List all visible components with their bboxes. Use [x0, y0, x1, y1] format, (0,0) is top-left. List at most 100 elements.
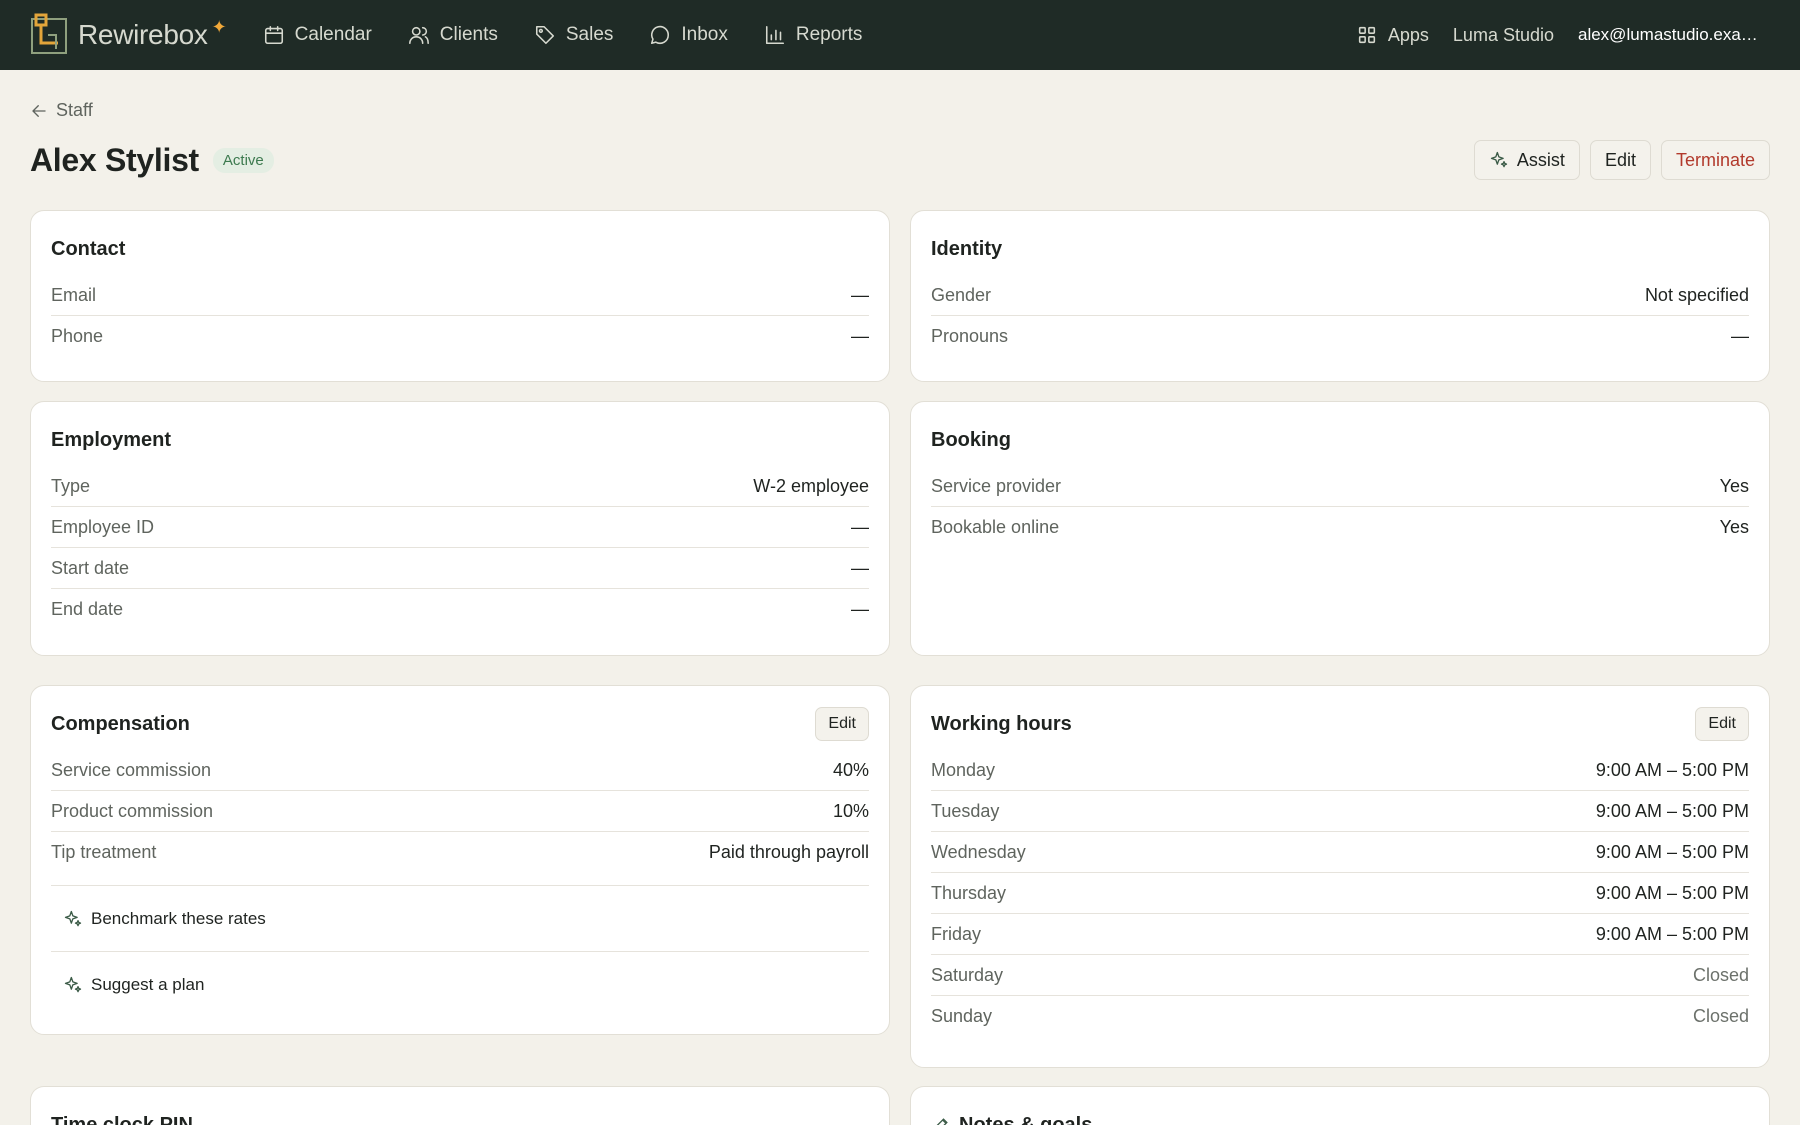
- row-value: 9:00 AM – 5:00 PM: [1595, 923, 1749, 944]
- row-label: Product commission: [51, 800, 214, 821]
- nav-item-sales[interactable]: Sales: [534, 24, 614, 46]
- employment-card: Employment Type W-2 employee Employee ID —…: [30, 401, 890, 656]
- brand-name: Rewirebox: [78, 19, 208, 50]
- row-value: 9:00 AM – 5:00 PM: [1595, 800, 1749, 821]
- tag-icon: [535, 25, 554, 45]
- row-thursday: Thursday 9:00 AM – 5:00 PM: [931, 873, 1749, 914]
- contact-rows: Email — Phone —: [51, 275, 869, 357]
- header-actions: Assist Edit Terminate: [1473, 140, 1770, 180]
- brand[interactable]: Rewirebox ✦: [30, 13, 227, 57]
- card-header: Time clock PIN: [51, 1109, 869, 1125]
- sparkles-icon: [1490, 151, 1508, 168]
- row-value: —: [851, 516, 869, 537]
- card-header: Contact: [51, 233, 869, 265]
- nav-item-inbox[interactable]: Inbox: [649, 24, 728, 46]
- row-pronouns: Pronouns —: [931, 316, 1749, 357]
- back-to-staff-link[interactable]: Staff: [30, 100, 93, 121]
- row-label: Thursday: [931, 882, 1007, 903]
- user-email: alex@lumastudio.example.com: [1578, 25, 1770, 44]
- row-label: Wednesday: [931, 841, 1026, 862]
- row-start-date: Start date —: [51, 548, 869, 589]
- row-value: 9:00 AM – 5:00 PM: [1595, 759, 1749, 780]
- row-value: 9:00 AM – 5:00 PM: [1595, 841, 1749, 862]
- row-value: Closed: [1692, 1006, 1749, 1026]
- booking-rows: Service provider Yes Bookable online Yes: [931, 466, 1749, 548]
- terminate-button[interactable]: Terminate: [1660, 140, 1770, 180]
- sparkles-icon: [64, 976, 82, 993]
- row-label: Start date: [51, 557, 130, 578]
- row-tuesday: Tuesday 9:00 AM – 5:00 PM: [931, 791, 1749, 832]
- working-hours-card: Working hours Edit Monday 9:00 AM – 5:00 …: [910, 685, 1770, 1068]
- nav-item-label: Inbox: [681, 24, 728, 45]
- users-icon: [408, 26, 429, 45]
- nav-item-reports[interactable]: Reports: [764, 24, 862, 46]
- row-bookable-online: Bookable online Yes: [931, 507, 1749, 548]
- row-service-commission: Service commission 40%: [51, 750, 869, 791]
- row-friday: Friday 9:00 AM – 5:00 PM: [931, 914, 1749, 955]
- row-label: Friday: [931, 923, 982, 944]
- compensation-rows: Service commission 40% Product commission…: [51, 750, 869, 873]
- row-label: Phone: [51, 326, 104, 346]
- chat-icon: [651, 25, 670, 45]
- identity-rows: Gender Not specified Pronouns —: [931, 275, 1749, 357]
- row-employee-id: Employee ID —: [51, 507, 869, 548]
- workspace-switcher[interactable]: Luma Studio: [1453, 25, 1554, 46]
- row-value: 40%: [832, 759, 869, 780]
- identity-card: Identity Gender Not specified Pronouns —: [910, 210, 1770, 382]
- card-title: Booking: [931, 428, 1011, 451]
- card-title: Employment: [51, 428, 172, 451]
- assist-label: Assist: [1516, 149, 1565, 170]
- sparkles-icon: [64, 910, 82, 926]
- row-gender: Gender Not specified: [931, 275, 1749, 316]
- card-title: Working hours: [931, 712, 1072, 735]
- card-header: Employment: [51, 424, 869, 456]
- row-value: Not specified: [1644, 284, 1749, 305]
- user-menu[interactable]: alex@lumastudio.example.com: [1578, 25, 1770, 45]
- nav-item-label: Sales: [565, 24, 614, 45]
- page-title: Alex Stylist: [30, 141, 199, 178]
- compensation-edit-button[interactable]: Edit: [815, 707, 869, 741]
- main-nav: Calendar Clients Sales Inbox Reports: [263, 24, 862, 46]
- card-header: Notes & goals: [931, 1109, 1749, 1125]
- row-label: Sunday: [931, 1006, 993, 1026]
- employment-rows: Type W-2 employee Employee ID — Start date…: [51, 466, 869, 630]
- row-tip-treatment: Tip treatment Paid through payroll: [51, 832, 869, 873]
- assist-button[interactable]: Assist: [1473, 140, 1580, 180]
- edit-note-icon: [936, 1118, 948, 1125]
- suggest-plan-link[interactable]: Suggest a plan: [51, 952, 869, 1018]
- apps-menu[interactable]: Apps: [1356, 24, 1429, 46]
- card-title: Time clock PIN: [51, 1113, 193, 1125]
- card-title-wrap: Notes & goals: [931, 1114, 1092, 1125]
- workspace-name: Luma Studio: [1452, 24, 1554, 45]
- row-label: Gender: [931, 284, 992, 305]
- row-label: Saturday: [931, 964, 1004, 985]
- row-value: —: [851, 557, 869, 578]
- row-label: End date: [51, 599, 124, 619]
- row-value: Closed: [1692, 964, 1749, 985]
- row-label: Monday: [931, 759, 996, 780]
- assist-link-label: Benchmark these rates: [91, 908, 266, 928]
- page-header: Alex Stylist Active Assist Edit Terminat…: [30, 138, 1770, 182]
- working-hours-edit-button[interactable]: Edit: [1695, 707, 1749, 741]
- row-value: —: [851, 326, 869, 346]
- booking-card: Booking Service provider Yes Bookable onl…: [910, 401, 1770, 656]
- row-value: —: [851, 599, 869, 619]
- row-value: —: [1731, 326, 1749, 346]
- row-value: 9:00 AM – 5:00 PM: [1595, 882, 1749, 903]
- nav-item-clients[interactable]: Clients: [408, 24, 498, 46]
- card-title: Notes & goals: [959, 1113, 1093, 1125]
- benchmark-rates-link[interactable]: Benchmark these rates: [51, 886, 869, 952]
- card-title: Compensation: [51, 712, 190, 735]
- row-value: Paid through payroll: [708, 842, 869, 862]
- card-title: Contact: [51, 237, 126, 260]
- row-type: Type W-2 employee: [51, 466, 869, 507]
- row-label: Employee ID: [51, 516, 155, 537]
- nav-right: Apps Luma Studio alex@lumastudio.example…: [1356, 24, 1770, 46]
- nav-item-calendar[interactable]: Calendar: [263, 24, 372, 46]
- row-value: W-2 employee: [753, 475, 869, 496]
- row-product-commission: Product commission 10%: [51, 791, 869, 832]
- top-navigation-bar: Rewirebox ✦ Calendar Clients Sales Inbox…: [0, 0, 1800, 70]
- card-header: Identity: [931, 233, 1749, 265]
- row-label: Tuesday: [931, 800, 1000, 821]
- edit-button[interactable]: Edit: [1589, 140, 1651, 180]
